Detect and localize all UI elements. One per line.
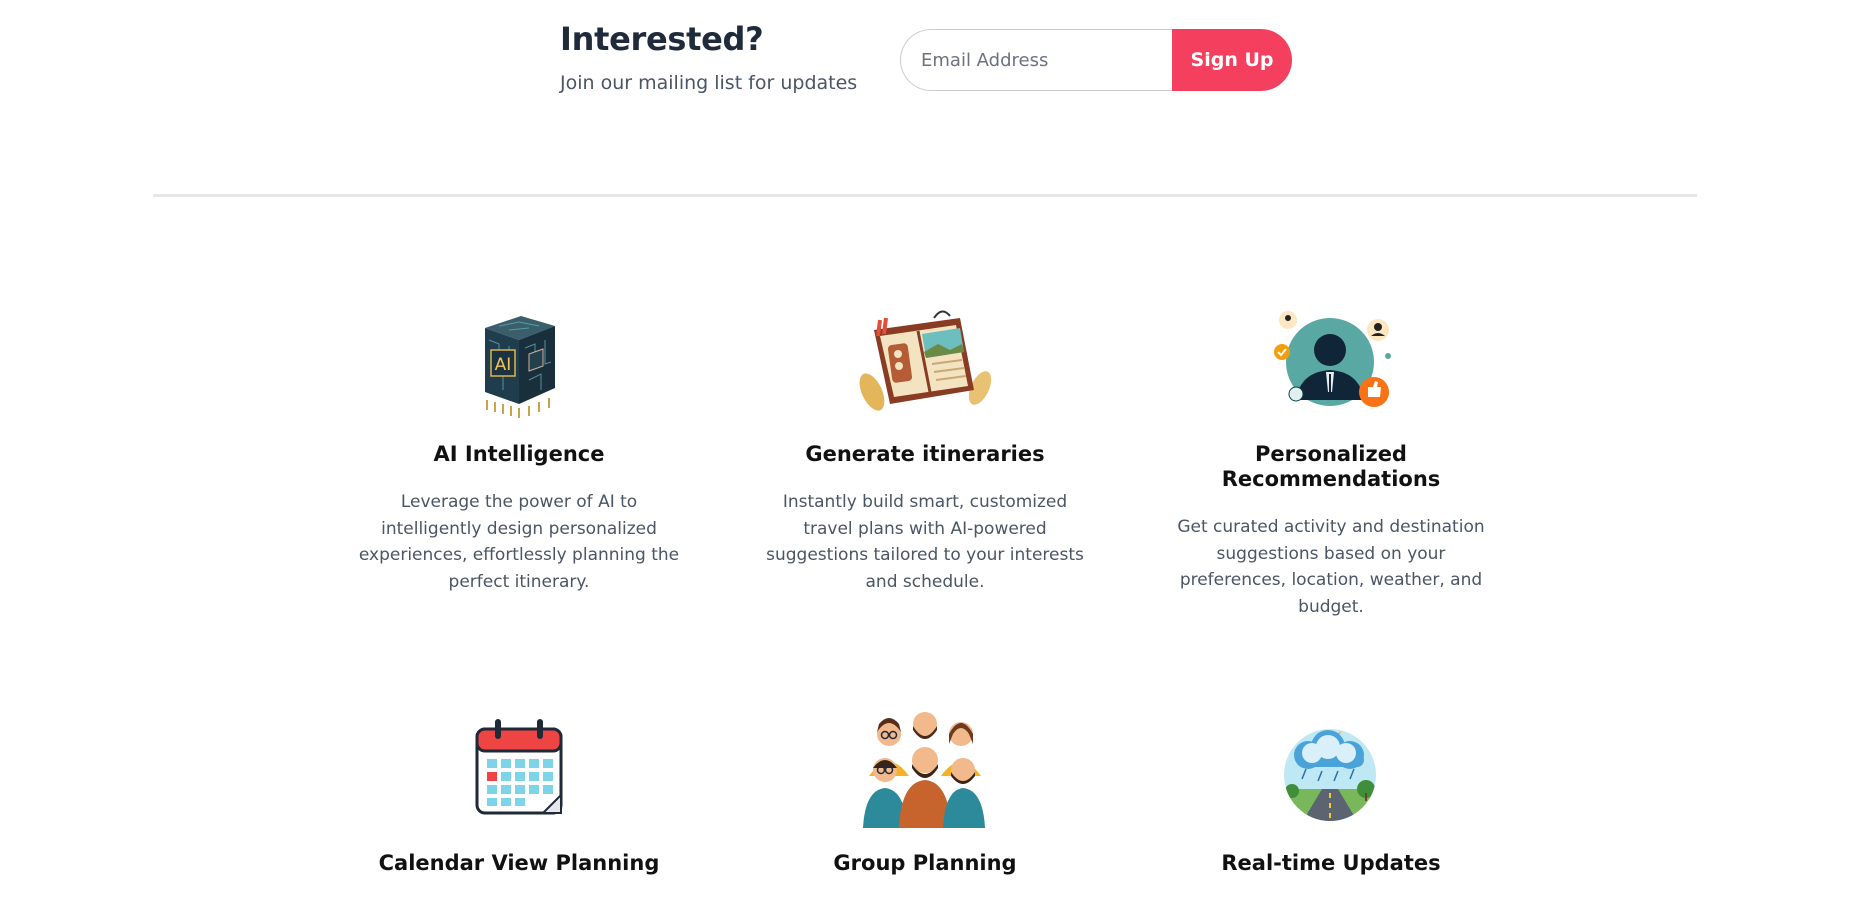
svg-text:AI: AI	[495, 355, 512, 375]
feature-title: Generate itineraries	[805, 442, 1045, 466]
section-divider	[153, 194, 1697, 197]
signup-heading: Interested?	[560, 20, 764, 58]
signup-form: Sign Up	[900, 29, 1292, 91]
feature-card-ai-intelligence: AI AI Intelligence Leverage the power of…	[354, 295, 684, 595]
feature-title: Real-time Updates	[1221, 851, 1441, 875]
profile-network-icon	[1256, 295, 1406, 425]
feature-card-personalized-recommendations: Personalized Recommendations Get curated…	[1166, 295, 1496, 620]
feature-card-calendar-view-planning: Calendar View Planning	[354, 704, 684, 876]
signup-subheading: Join our mailing list for updates	[560, 72, 858, 94]
group-people-icon	[850, 704, 1000, 834]
calendar-icon	[444, 704, 594, 834]
feature-title: Calendar View Planning	[378, 851, 660, 875]
email-input[interactable]	[900, 29, 1172, 91]
feature-title: Personalized Recommendations	[1221, 442, 1441, 491]
feature-title: Group Planning	[833, 851, 1017, 875]
feature-description: Get curated activity and destination sug…	[1177, 517, 1485, 617]
feature-title: AI Intelligence	[433, 442, 605, 466]
sign-up-button[interactable]: Sign Up	[1172, 29, 1292, 91]
signup-text: Interested? Join our mailing list for up…	[560, 20, 857, 94]
ai-chip-icon: AI	[444, 295, 594, 425]
feature-card-group-planning: Group Planning	[760, 704, 1090, 876]
feature-description: Instantly build smart, customized travel…	[766, 492, 1084, 592]
weather-road-icon	[1256, 704, 1406, 834]
newsletter-signup: Interested? Join our mailing list for up…	[560, 20, 1320, 100]
feature-card-real-time-updates: Real-time Updates	[1166, 704, 1496, 876]
feature-card-generate-itineraries: Generate itineraries Instantly build sma…	[760, 295, 1090, 595]
travel-book-icon	[850, 295, 1000, 425]
feature-description: Leverage the power of AI to intelligentl…	[358, 492, 680, 592]
